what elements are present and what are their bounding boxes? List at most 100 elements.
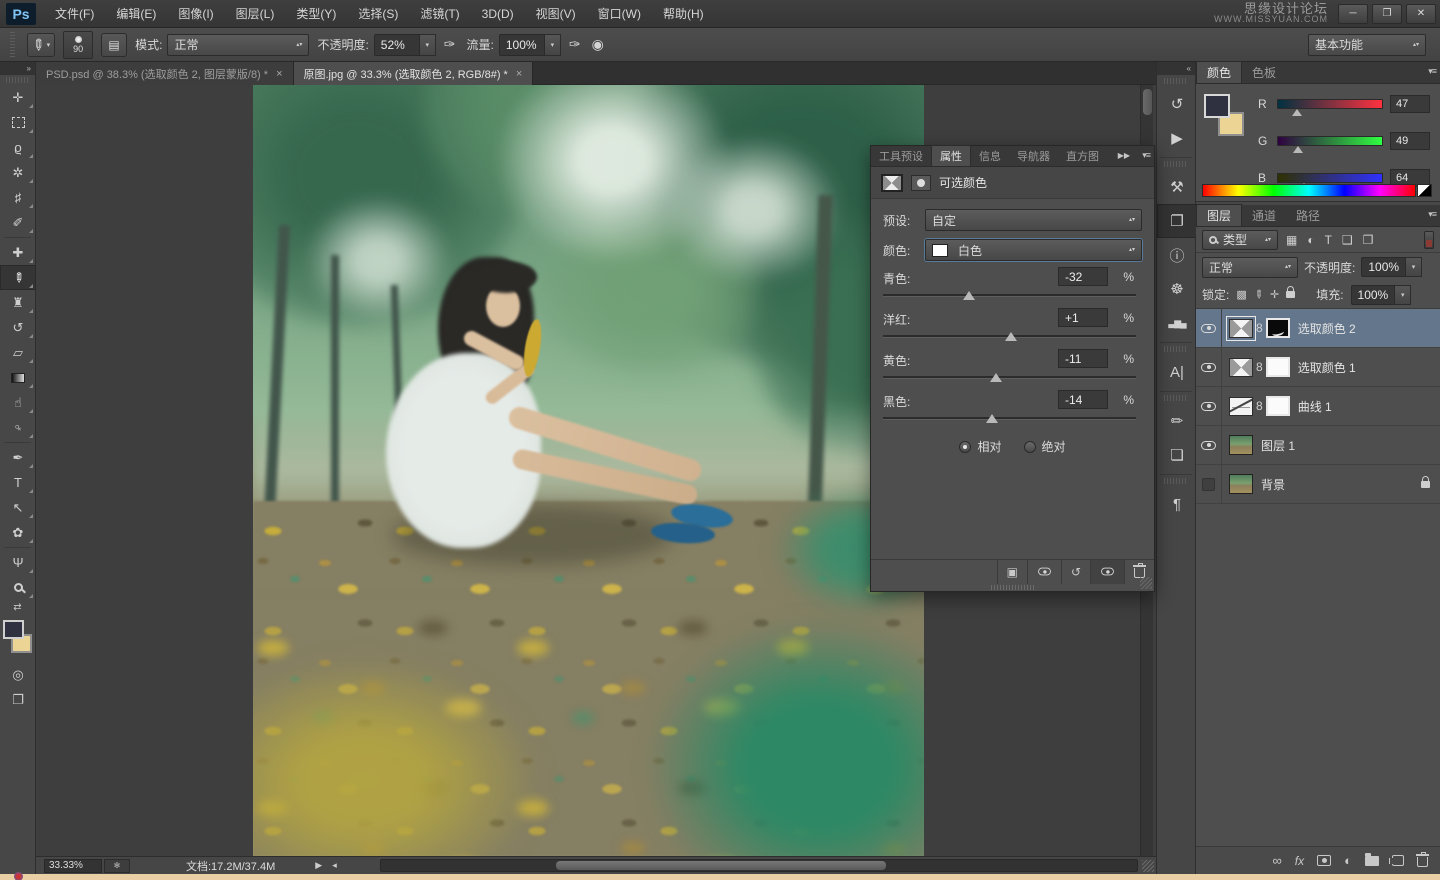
new-layer-icon[interactable] [1392, 855, 1404, 866]
color-spectrum-bar[interactable] [1202, 184, 1416, 197]
layer-row-curves-1[interactable]: 8 曲线 1 [1196, 387, 1440, 426]
histogram-panel-icon[interactable]: ▃▆▄ [1157, 306, 1197, 340]
radio-absolute[interactable]: 绝对 [1024, 438, 1066, 455]
layer-style-icon[interactable]: fx [1295, 854, 1304, 868]
view-previous-state-icon[interactable] [1027, 560, 1061, 584]
layer-row-selective-color-1[interactable]: 8 选取颜色 1 [1196, 348, 1440, 387]
menu-3d[interactable]: 3D(D) [471, 0, 525, 28]
panel-menu-icon[interactable]: ▾≡ [1428, 66, 1436, 77]
dock-collapse-icon[interactable]: « [1157, 62, 1195, 75]
cyan-track[interactable] [883, 294, 1136, 297]
restore-button[interactable]: ❐ [1372, 4, 1402, 24]
color-select[interactable]: 白色 ▴▾ [925, 239, 1142, 261]
layer-opacity-value[interactable]: 100% [1361, 257, 1406, 277]
visibility-toggle[interactable] [1196, 426, 1222, 465]
layer-row-layer-1[interactable]: 图层 1 [1196, 426, 1440, 465]
swap-colors-button[interactable]: ⇄ [0, 600, 35, 614]
filter-pixel-layers-icon[interactable]: ▦ [1284, 233, 1299, 247]
close-tab-icon[interactable]: × [276, 68, 282, 80]
hand-tool[interactable]: Ψ [0, 550, 36, 575]
character-panel-icon[interactable]: A| [1157, 355, 1197, 389]
document-tab-psd[interactable]: PSD.psd @ 38.3% (选取颜色 2, 图层蒙版/8) * × [36, 62, 294, 85]
zoom-tool[interactable] [0, 575, 36, 600]
close-tab-icon[interactable]: × [516, 68, 522, 80]
tablet-opacity-icon[interactable]: ✑ [441, 36, 459, 53]
menu-layer[interactable]: 图层(L) [225, 0, 286, 28]
flow-value[interactable]: 100% [499, 34, 545, 56]
menu-image[interactable]: 图像(I) [167, 0, 224, 28]
paragraph-panel-icon[interactable]: ¶ [1157, 487, 1197, 521]
filter-adjustment-layers-icon[interactable]: ◐ [1305, 233, 1316, 247]
new-adjustment-layer-icon[interactable]: ◐ [1344, 853, 1352, 868]
gradient-tool[interactable] [0, 365, 36, 390]
add-mask-icon[interactable] [1317, 855, 1331, 866]
tab-channels[interactable]: 通道 [1242, 204, 1286, 226]
magenta-value-field[interactable]: +1 [1058, 308, 1108, 327]
panel-resize-grip[interactable] [1140, 577, 1152, 589]
menu-view[interactable]: 视图(V) [525, 0, 587, 28]
r-slider-thumb[interactable] [1292, 109, 1302, 116]
foreground-color-swatch[interactable] [3, 620, 24, 639]
g-slider-thumb[interactable] [1293, 146, 1303, 153]
status-gear-icon[interactable]: ✻ [104, 859, 130, 873]
brush-presets-panel-icon[interactable]: ✏ [1157, 404, 1197, 438]
dodge-tool[interactable]: ♀ [0, 415, 36, 440]
selective-color-icon[interactable] [1229, 319, 1253, 338]
toolbar-expand-icon[interactable]: » [0, 62, 35, 75]
tab-paths[interactable]: 路径 [1286, 204, 1330, 226]
lock-position-icon[interactable]: ✛ [1270, 288, 1279, 301]
navigator-panel-icon[interactable]: ☸ [1157, 272, 1197, 306]
r-slider[interactable] [1277, 99, 1383, 109]
curves-icon[interactable] [1229, 397, 1253, 416]
filter-type-layers-icon[interactable]: T [1323, 233, 1334, 247]
panel-menu-icon[interactable]: ▾≡ [1428, 209, 1436, 220]
menu-help[interactable]: 帮助(H) [652, 0, 715, 28]
layer-row-selective-color-2[interactable]: 8 选取颜色 2 [1196, 309, 1440, 348]
link-layers-icon[interactable]: ∞ [1273, 853, 1282, 868]
status-flyout-icon[interactable]: ▶ [315, 860, 322, 871]
radio-relative[interactable]: 相对 [959, 438, 1001, 455]
selective-color-icon[interactable] [1229, 358, 1253, 377]
filter-shape-layers-icon[interactable]: ❑ [1340, 233, 1355, 247]
visibility-toggle[interactable] [1196, 348, 1222, 387]
b-slider[interactable] [1277, 173, 1383, 183]
panel-menu-icon[interactable]: ▾≡ [1142, 150, 1150, 161]
screen-mode-button[interactable]: ❐ [0, 687, 36, 712]
tool-presets-panel-icon[interactable]: ⚒ [1157, 170, 1197, 204]
layer-fill-value[interactable]: 100% [1351, 285, 1396, 305]
horizontal-scrollbar-thumb[interactable] [556, 861, 886, 870]
minimize-button[interactable]: ─ [1338, 4, 1368, 24]
layer-filter-toggle[interactable] [1424, 231, 1434, 249]
visibility-toggle[interactable] [1196, 309, 1222, 348]
clip-to-layer-icon[interactable]: ▣ [997, 560, 1027, 584]
lasso-tool[interactable]: ϱ [0, 135, 36, 160]
workspace-select[interactable]: 基本功能 ▴▾ [1308, 34, 1426, 56]
quick-mask-button[interactable]: ◎ [0, 662, 36, 687]
menu-window[interactable]: 窗口(W) [587, 0, 652, 28]
layer-row-background[interactable]: 背景 [1196, 465, 1440, 504]
tab-color[interactable]: 颜色 [1196, 61, 1242, 83]
lock-transparency-icon[interactable]: ▩ [1236, 288, 1246, 301]
magenta-slider-thumb[interactable] [1005, 332, 1017, 341]
tab-info[interactable]: 信息 [971, 145, 1009, 166]
layer-thumbnail[interactable] [1229, 435, 1253, 455]
horizontal-scrollbar[interactable] [380, 859, 1138, 872]
brush-size-preview[interactable]: 90 [63, 31, 93, 59]
menu-filter[interactable]: 滤镜(T) [409, 0, 470, 28]
delete-layer-icon[interactable] [1417, 857, 1428, 867]
expand-panels-icon[interactable]: ▶▶ [1118, 151, 1130, 160]
brush-tool[interactable]: ✎ [0, 265, 36, 290]
menu-type[interactable]: 类型(Y) [285, 0, 347, 28]
eyedropper-tool[interactable]: ✐ [0, 210, 36, 235]
blend-mode-select[interactable]: 正常 ▴▾ [167, 34, 309, 56]
path-select-tool[interactable]: ↖ [0, 495, 36, 520]
close-button[interactable]: ✕ [1406, 4, 1436, 24]
canvas-image[interactable] [253, 85, 924, 856]
resize-grip[interactable] [1142, 860, 1154, 872]
healing-brush-tool[interactable]: ✚ [0, 240, 36, 265]
history-brush-tool[interactable]: ↺ [0, 315, 36, 340]
visibility-toggle[interactable] [1196, 465, 1222, 504]
toggle-visibility-icon[interactable] [1090, 560, 1124, 584]
reset-adjustment-icon[interactable]: ↺ [1061, 560, 1090, 584]
layer-mask-thumbnail[interactable] [1266, 357, 1290, 377]
